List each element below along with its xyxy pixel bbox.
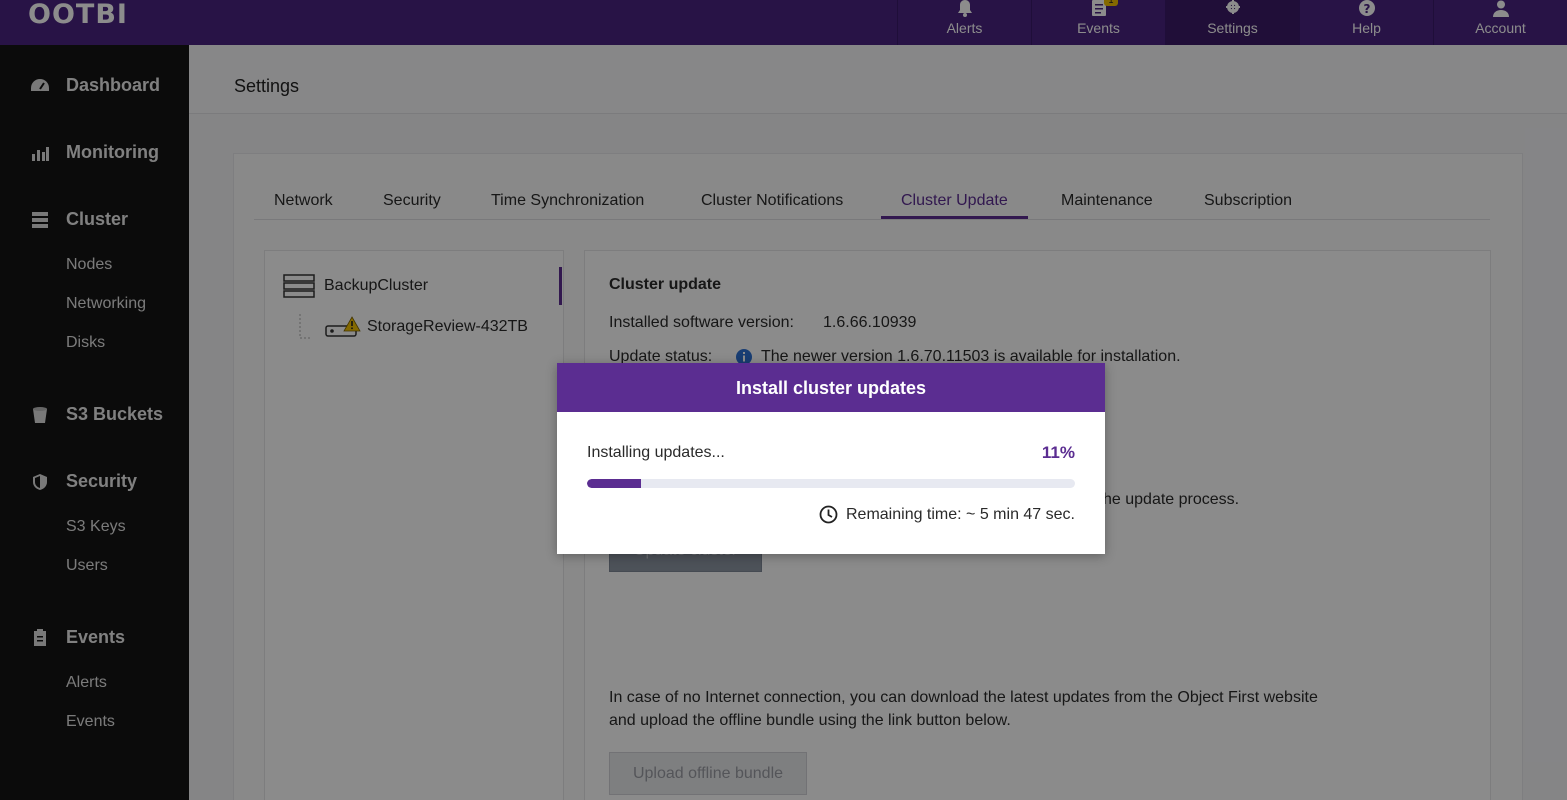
install-status-text: Installing updates... (587, 444, 725, 461)
progress-percent: 11% (1041, 443, 1075, 462)
remaining-time-text: Remaining time: ~ 5 min 47 sec. (846, 505, 1075, 523)
install-updates-dialog: Install cluster updates Installing updat… (557, 363, 1105, 554)
progress-bar-fill (587, 479, 641, 488)
remaining-time: Remaining time: ~ 5 min 47 sec. (819, 505, 1075, 524)
clock-icon (819, 505, 838, 524)
dialog-title: Install cluster updates (557, 363, 1105, 412)
progress-bar (587, 479, 1075, 488)
